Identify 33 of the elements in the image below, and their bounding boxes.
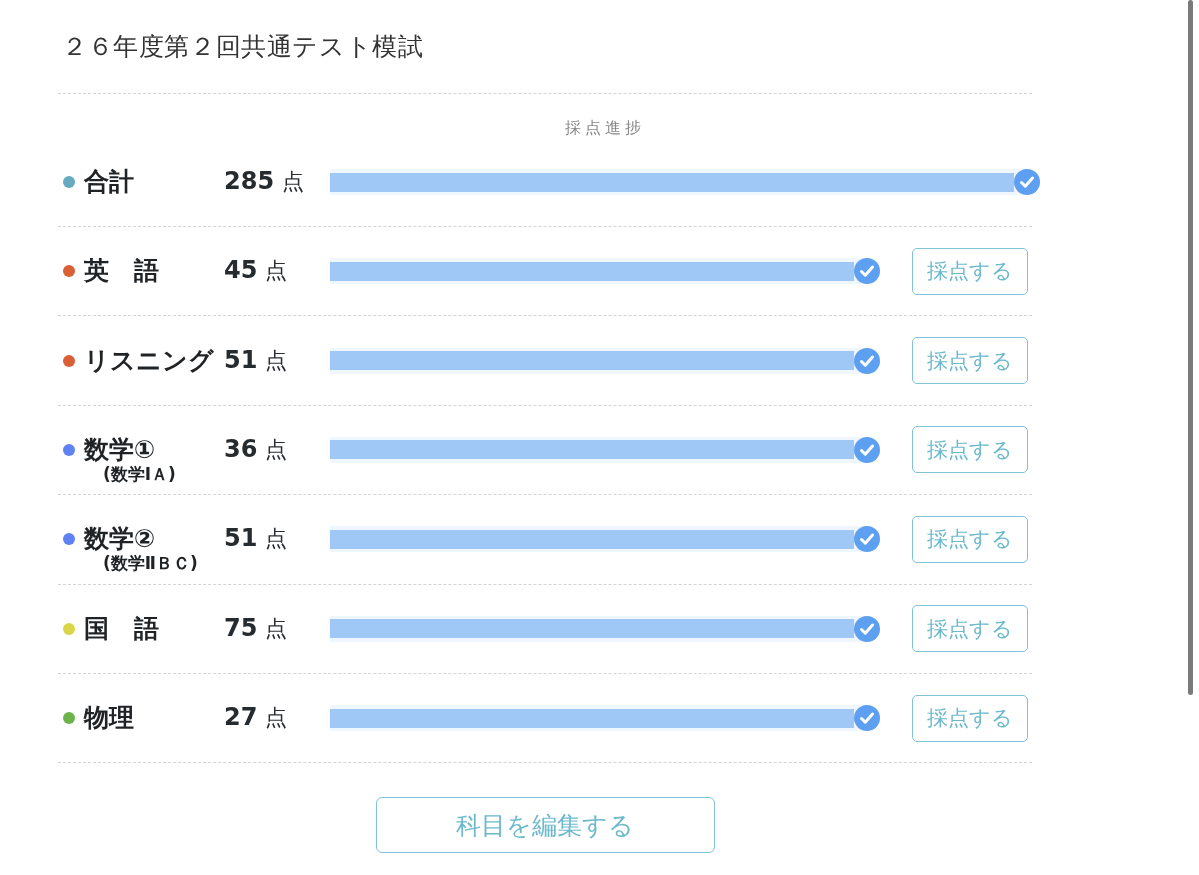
grade-button[interactable]: 採点する xyxy=(912,694,1028,742)
score-unit: 点 xyxy=(265,614,288,643)
score-value: 75 xyxy=(224,613,258,642)
edit-subjects-button[interactable]: 科目を編集する xyxy=(375,797,715,854)
grade-button[interactable]: 採点する xyxy=(912,605,1028,653)
grade-button[interactable]: 採点する xyxy=(912,426,1028,474)
score-unit: 点 xyxy=(265,435,288,464)
subject-name: 数学① xyxy=(84,434,156,465)
score-unit: 点 xyxy=(265,704,288,733)
subject-name: 英 語 xyxy=(84,256,159,287)
score-value: 285 xyxy=(224,167,275,195)
subject-note: (数学ⅡＢＣ) xyxy=(103,552,198,576)
scrollbar[interactable] xyxy=(1188,0,1193,695)
score-unit: 点 xyxy=(265,257,288,286)
score-unit: 点 xyxy=(282,168,305,196)
score-unit: 点 xyxy=(265,346,288,375)
subject-name: 合計 xyxy=(84,167,134,197)
page-title: ２６年度第２回共通テスト模試 xyxy=(62,32,424,62)
subject-name: 数学② xyxy=(84,524,156,555)
grade-button[interactable]: 採点する xyxy=(912,247,1028,295)
subject-name: リスニング xyxy=(84,345,214,376)
score-value: 51 xyxy=(224,524,258,553)
column-header: 採点進捗 xyxy=(565,118,645,138)
score-value: 27 xyxy=(224,703,258,732)
subject-note: (数学ⅠＡ) xyxy=(103,462,176,486)
score-unit: 点 xyxy=(265,525,288,554)
score-value: 51 xyxy=(224,345,258,374)
score-value: 36 xyxy=(224,434,258,463)
subject-name: 国 語 xyxy=(84,613,159,644)
score-value: 45 xyxy=(224,256,258,285)
subject-name: 物理 xyxy=(84,703,134,734)
grade-button[interactable]: 採点する xyxy=(912,515,1028,563)
grade-button[interactable]: 採点する xyxy=(912,337,1028,385)
